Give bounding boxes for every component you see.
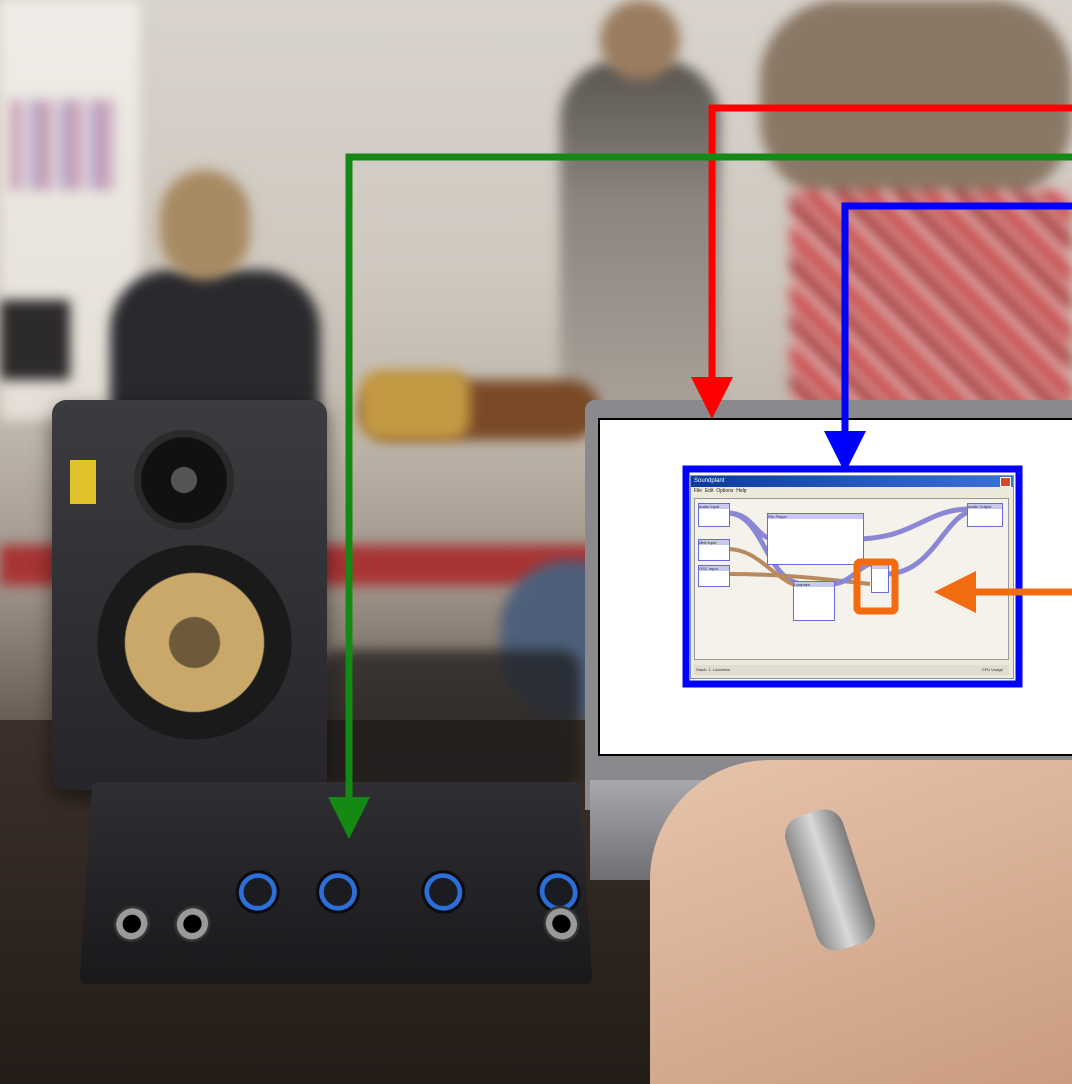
red-arrow (691, 104, 1072, 419)
orange-highlight-box (853, 558, 899, 615)
blue-highlight-box (682, 465, 1023, 688)
photo-scene: Soundplant File Edit Options Help Audio … (0, 0, 1072, 1084)
annotation-overlay (328, 104, 1072, 839)
blue-arrow (824, 202, 1072, 473)
